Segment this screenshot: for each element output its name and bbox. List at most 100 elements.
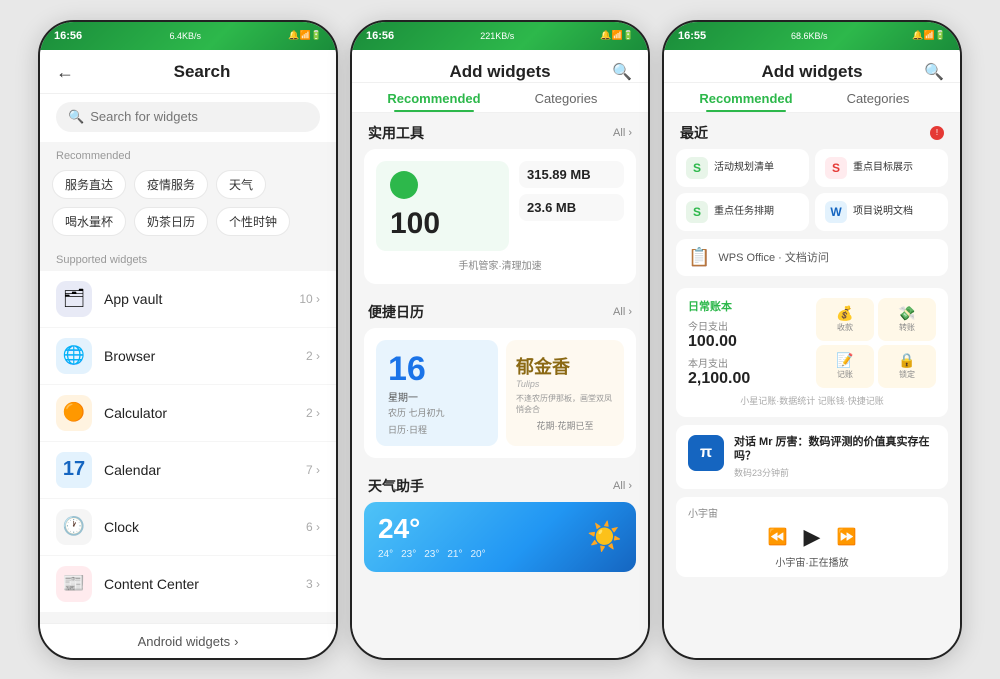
tabs-bar-2: Recommended Categories [352,83,648,113]
content-center-name: Content Center [104,576,294,592]
calendar-all[interactable]: All › [613,306,632,318]
tab-categories-3[interactable]: Categories [812,83,944,112]
forward-button[interactable]: ⏩ [836,527,856,547]
music-widget[interactable]: 小宇宙 ⏪ ▶ ⏩ 小宇宙·正在播放 [676,497,948,577]
pm-val-2: 23.6 MB [527,200,616,215]
widget-item-content[interactable]: 📰 Content Center 3 › [40,556,336,612]
flower-poem: 不逢农历伊那板，画堂双凤悄会合 [516,393,614,415]
weather-temps-row: 24° 23° 23° 21° 20° [378,549,486,560]
recent-name-0: 活动规划清单 [714,162,774,174]
finance-left: 日常账本 今日支出 100.00 本月支出 2,100.00 [688,298,808,388]
recent-app-1[interactable]: S 重点目标展示 [815,149,948,187]
recent-app-2[interactable]: S 重点任务排期 [676,193,809,231]
clock-name: Clock [104,519,294,535]
add-widgets-header-3: Add widgets 🔍 [664,50,960,83]
recent-sec-header: 最近 ! [664,113,960,149]
pm-subtitle: 手机管家·清理加速 [376,257,624,272]
chip-5[interactable]: 个性时钟 [216,207,290,236]
add-widgets-title-3: Add widgets [700,62,924,82]
chip-2[interactable]: 天气 [216,170,266,199]
tab-recommended-3[interactable]: Recommended [680,83,812,112]
rewind-button[interactable]: ⏪ [768,527,788,547]
status-icons-2: 🔔📶🔋 [600,30,634,41]
finance-btn-3[interactable]: 🔒 锁定 [878,345,936,388]
weather-info: 24° 24° 23° 23° 21° 20° [378,513,486,560]
chip-0[interactable]: 服务直达 [52,170,126,199]
clock-count: 6 › [306,520,320,534]
add-widgets-header-2: Add widgets 🔍 [352,50,648,83]
recent-grid: S 活动规划清单 S 重点目标展示 S 重点任务排期 [664,149,960,239]
finance-btn-1[interactable]: 💸 转账 [878,298,936,341]
recommended-label: Recommended [40,142,336,166]
search-page-header: ← Search [40,50,336,94]
appvault-icon: 🗂 [56,281,92,317]
back-button[interactable]: ← [56,62,74,83]
recent-name-2: 重点任务排期 [714,206,774,218]
wps-label: WPS Office · 文档访问 [718,249,828,265]
calendar-widget-card[interactable]: 16 星期一 农历 七月初九 日历·日程 郁金香 Tulips 不逢农历伊那板，… [364,328,636,458]
screen-3: Add widgets 🔍 Recommended Categories 最近 … [664,50,960,658]
status-speed-3: 68.6KB/s [791,31,828,41]
chip-3[interactable]: 喝水量杯 [52,207,126,236]
phone-3: 16:55 68.6KB/s 🔔📶🔋 Add widgets 🔍 Recomme… [662,20,962,660]
pm-card-1: 315.89 MB [519,161,624,188]
recent-app-0[interactable]: S 活动规划清单 [676,149,809,187]
clock-icon: 🕐 [56,509,92,545]
finance-btn-2[interactable]: 📝 记账 [816,345,874,388]
search-input[interactable] [90,109,308,124]
status-time-2: 16:56 [366,30,394,42]
android-widgets-arrow: › [234,634,238,649]
header-search-icon-3[interactable]: 🔍 [924,62,944,82]
content-center-count: 3 › [306,577,320,591]
phone-manager-card[interactable]: 100 315.89 MB 23.6 MB 手机管家·清理加速 [364,149,636,284]
weather-widget[interactable]: 24° 24° 23° 23° 21° 20° ☀️ [364,502,636,572]
widget-item-clock[interactable]: 🕐 Clock 6 › [40,499,336,555]
sec-header-calendar: 便捷日历 All › [352,292,648,328]
wps-row[interactable]: 📋 WPS Office · 文档访问 [676,239,948,276]
flower-title: 郁金香 [516,353,614,379]
calculator-icon: 🟠 [56,395,92,431]
calculator-count: 2 › [306,406,320,420]
chip-1[interactable]: 疫情服务 [134,170,208,199]
finance-footer: 小星记账·数据统计 记账钱·快捷记账 [688,394,936,407]
header-search-icon-2[interactable]: 🔍 [612,62,632,82]
finance-widget[interactable]: 日常账本 今日支出 100.00 本月支出 2,100.00 💰 收款 💸 转账 [676,288,948,417]
article-widget[interactable]: π 对话 Mr 厉害：数码评测的价值真实存在吗？ 数码23分钟前 [676,425,948,490]
lock-icon: 🔒 [898,352,915,369]
android-widgets-bar[interactable]: Android widgets › [40,623,336,658]
finance-btn-0[interactable]: 💰 收款 [816,298,874,341]
temp-3: 21° [447,549,462,560]
tab-categories-2[interactable]: Categories [500,83,632,112]
search-bar-container: 🔍 [40,94,336,142]
receive-label: 收款 [837,322,853,333]
pm-green-circle [390,171,418,199]
recent-icon-0: S [686,157,708,179]
transfer-label: 转账 [899,322,915,333]
recent-title: 最近 [680,123,708,143]
cal-day-num: 16 [388,350,486,389]
sec-header-weather: 天气助手 All › [352,466,648,502]
tab-recommended-2[interactable]: Recommended [368,83,500,112]
chip-4[interactable]: 奶茶日历 [134,207,208,236]
recent-app-3[interactable]: W 项目说明文档 [815,193,948,231]
pm-right: 315.89 MB 23.6 MB [519,161,624,251]
weather-all[interactable]: All › [613,480,632,492]
cal-left: 16 星期一 农历 七月初九 日历·日程 [376,340,498,446]
finance-app-name: 日常账本 [688,298,808,314]
widget-item-browser[interactable]: 🌐 Browser 2 › [40,328,336,384]
chip-group: 服务直达 疫情服务 天气 喝水量杯 奶茶日历 个性时钟 [40,166,336,246]
utilities-title: 实用工具 [368,123,424,143]
phone-manager-widget: 100 315.89 MB 23.6 MB [376,161,624,251]
today-amount: 100.00 [688,333,808,351]
utilities-all[interactable]: All › [613,127,632,139]
tabs-bar-3: Recommended Categories [664,83,960,113]
android-widgets-label: Android widgets [138,634,231,649]
widget-item-calculator[interactable]: 🟠 Calculator 2 › [40,385,336,441]
weather-sec-title: 天气助手 [368,476,424,496]
widget-list: 🗂 App vault 10 › 🌐 Browser 2 › 🟠 Calcula… [40,271,336,623]
pm-left: 100 [376,161,509,251]
cal-date-label: 农历 七月初九 [388,406,486,419]
play-button[interactable]: ▶ [804,524,821,550]
widget-item-appvault[interactable]: 🗂 App vault 10 › [40,271,336,327]
widget-item-calendar[interactable]: 17 Calendar 7 › [40,442,336,498]
